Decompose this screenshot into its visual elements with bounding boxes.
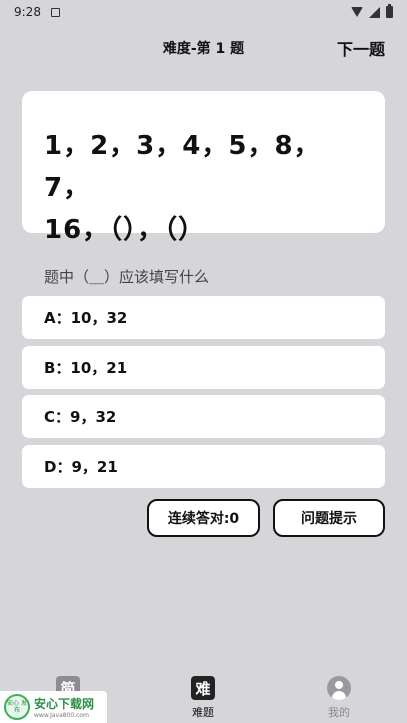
watermark-text: 安心下载网 www.Java800.com xyxy=(34,695,94,719)
streak-button[interactable]: 连续答对:0 xyxy=(147,499,260,537)
option-b[interactable]: B：10，21 xyxy=(22,346,385,389)
status-time: 9:28 xyxy=(14,5,41,19)
wifi-icon xyxy=(351,7,363,17)
option-c[interactable]: C：9，32 xyxy=(22,395,385,438)
question-prompt: 题中（＿）应该填写什么 xyxy=(44,268,210,286)
watermark-url: www.Java800.com xyxy=(34,712,89,719)
nav-tab-hard[interactable]: 难 难题 xyxy=(173,676,233,720)
question-card: 1，2，3，4，5，8，7， 16，（），（） xyxy=(22,91,385,245)
status-icons xyxy=(351,4,393,18)
user-icon xyxy=(327,676,351,700)
nav-label-mine: 我的 xyxy=(328,706,350,719)
status-bar: 9:28 xyxy=(0,0,407,24)
option-a[interactable]: A：10，32 xyxy=(22,296,385,339)
notification-icon xyxy=(50,7,60,17)
nav-label-hard: 难题 xyxy=(192,706,214,719)
title-bar: 难度-第 1 题 下一题 xyxy=(0,34,407,62)
nav-tab-mine[interactable]: 我的 xyxy=(309,676,369,720)
question-sequence: 1，2，3，4，5，8，7， 16，（），（） xyxy=(44,131,321,245)
next-question-button[interactable]: 下一题 xyxy=(337,36,385,60)
signal-icon xyxy=(369,6,380,18)
battery-icon xyxy=(386,4,393,18)
watermark-logo-icon: 安心 发布 xyxy=(4,694,30,720)
watermark-title: 安心下载网 xyxy=(34,697,95,711)
hint-button[interactable]: 问题提示 xyxy=(273,499,385,537)
option-d[interactable]: D：9，21 xyxy=(22,445,385,488)
hard-icon: 难 xyxy=(191,676,215,700)
watermark: 安心 发布 安心下载网 www.Java800.com xyxy=(0,691,107,723)
